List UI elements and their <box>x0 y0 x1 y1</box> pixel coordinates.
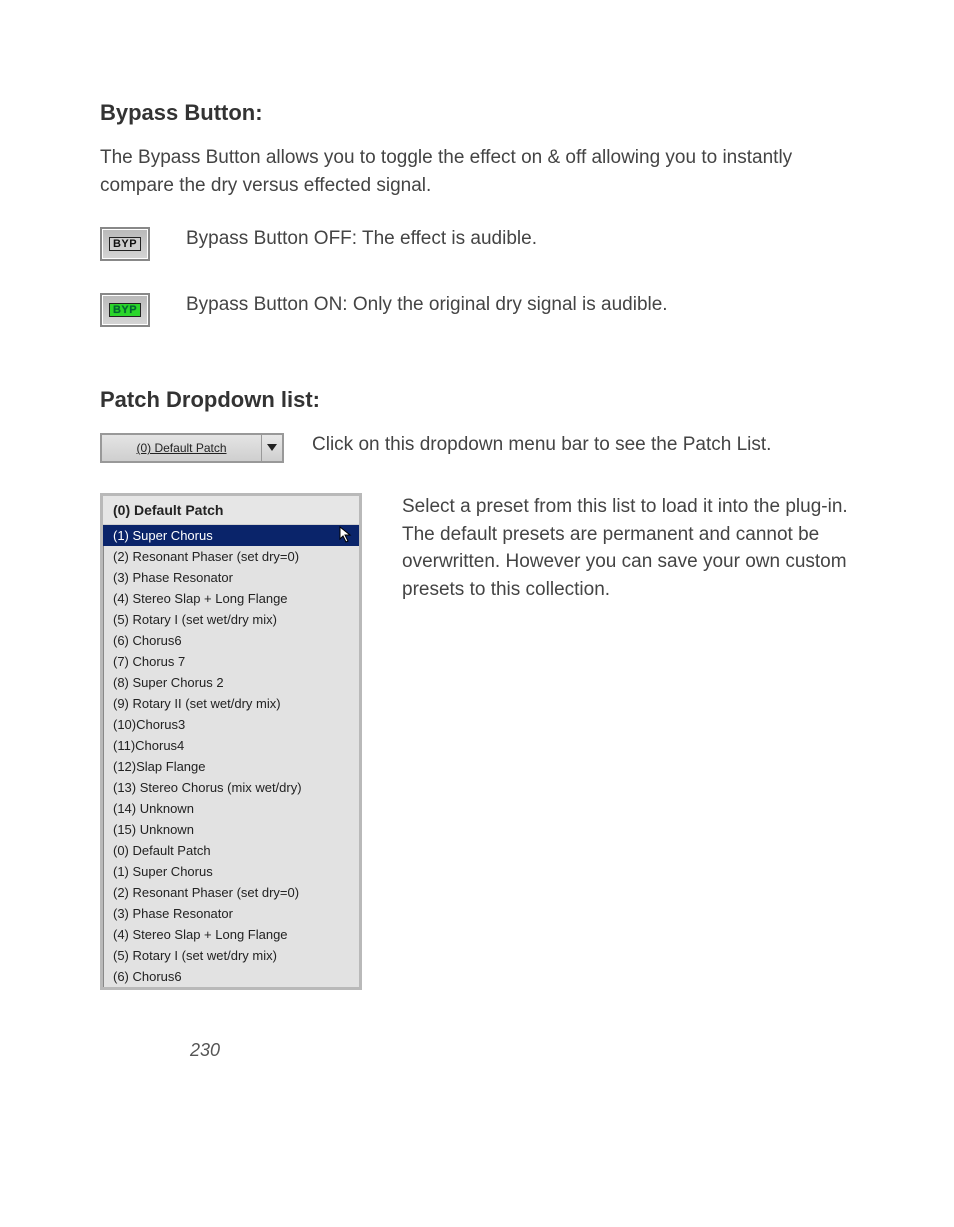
patch-list-header: (0) Default Patch <box>103 496 359 525</box>
patch-list-item[interactable]: (1) Super Chorus <box>103 525 359 546</box>
patch-list-item[interactable]: (1) Super Chorus <box>103 861 359 882</box>
bypass-on-text: Bypass Button ON: Only the original dry … <box>186 291 668 319</box>
patch-dropdown[interactable]: (0) Default Patch <box>100 433 284 463</box>
patch-list[interactable]: (0) Default Patch (1) Super Chorus(2) Re… <box>100 493 362 990</box>
patch-list-item[interactable]: (4) Stereo Slap + Long Flange <box>103 924 359 945</box>
chevron-down-icon <box>267 444 277 452</box>
patch-list-item[interactable]: (4) Stereo Slap + Long Flange <box>103 588 359 609</box>
patch-list-item[interactable]: (12)Slap Flange <box>103 756 359 777</box>
patch-list-item[interactable]: (9) Rotary II (set wet/dry mix) <box>103 693 359 714</box>
bypass-on-label: BYP <box>109 303 141 317</box>
patch-dropdown-caption: Click on this dropdown menu bar to see t… <box>312 431 771 459</box>
bypass-intro-text: The Bypass Button allows you to toggle t… <box>100 144 864 199</box>
patch-list-item[interactable]: (14) Unknown <box>103 798 359 819</box>
patch-list-item[interactable]: (6) Chorus6 <box>103 630 359 651</box>
patch-list-item[interactable]: (6) Chorus6 <box>103 966 359 987</box>
page-number: 230 <box>100 1040 864 1061</box>
patch-list-item[interactable]: (0) Default Patch <box>103 840 359 861</box>
cursor-icon <box>339 526 353 547</box>
patch-list-item[interactable]: (8) Super Chorus 2 <box>103 672 359 693</box>
bypass-button-on[interactable]: BYP <box>100 293 150 327</box>
patch-list-item[interactable]: (11)Chorus4 <box>103 735 359 756</box>
patch-list-item[interactable]: (5) Rotary I (set wet/dry mix) <box>103 945 359 966</box>
patch-list-item[interactable]: (2) Resonant Phaser (set dry=0) <box>103 546 359 567</box>
bypass-heading: Bypass Button: <box>100 100 864 126</box>
dropdown-arrow-button[interactable] <box>261 435 282 461</box>
patch-dropdown-heading: Patch Dropdown list: <box>100 387 864 413</box>
patch-list-item[interactable]: (3) Phase Resonator <box>103 903 359 924</box>
patch-list-item[interactable]: (7) Chorus 7 <box>103 651 359 672</box>
bypass-off-label: BYP <box>109 237 141 251</box>
bypass-button-off[interactable]: BYP <box>100 227 150 261</box>
patch-list-item[interactable]: (2) Resonant Phaser (set dry=0) <box>103 882 359 903</box>
patch-dropdown-value: (0) Default Patch <box>136 441 226 455</box>
patch-list-item[interactable]: (13) Stereo Chorus (mix wet/dry) <box>103 777 359 798</box>
patch-list-item[interactable]: (10)Chorus3 <box>103 714 359 735</box>
patch-list-item[interactable]: (5) Rotary I (set wet/dry mix) <box>103 609 359 630</box>
patch-list-item[interactable]: (15) Unknown <box>103 819 359 840</box>
patch-list-description: Select a preset from this list to load i… <box>402 493 864 603</box>
bypass-off-text: Bypass Button OFF: The effect is audible… <box>186 225 537 253</box>
patch-list-item[interactable]: (3) Phase Resonator <box>103 567 359 588</box>
